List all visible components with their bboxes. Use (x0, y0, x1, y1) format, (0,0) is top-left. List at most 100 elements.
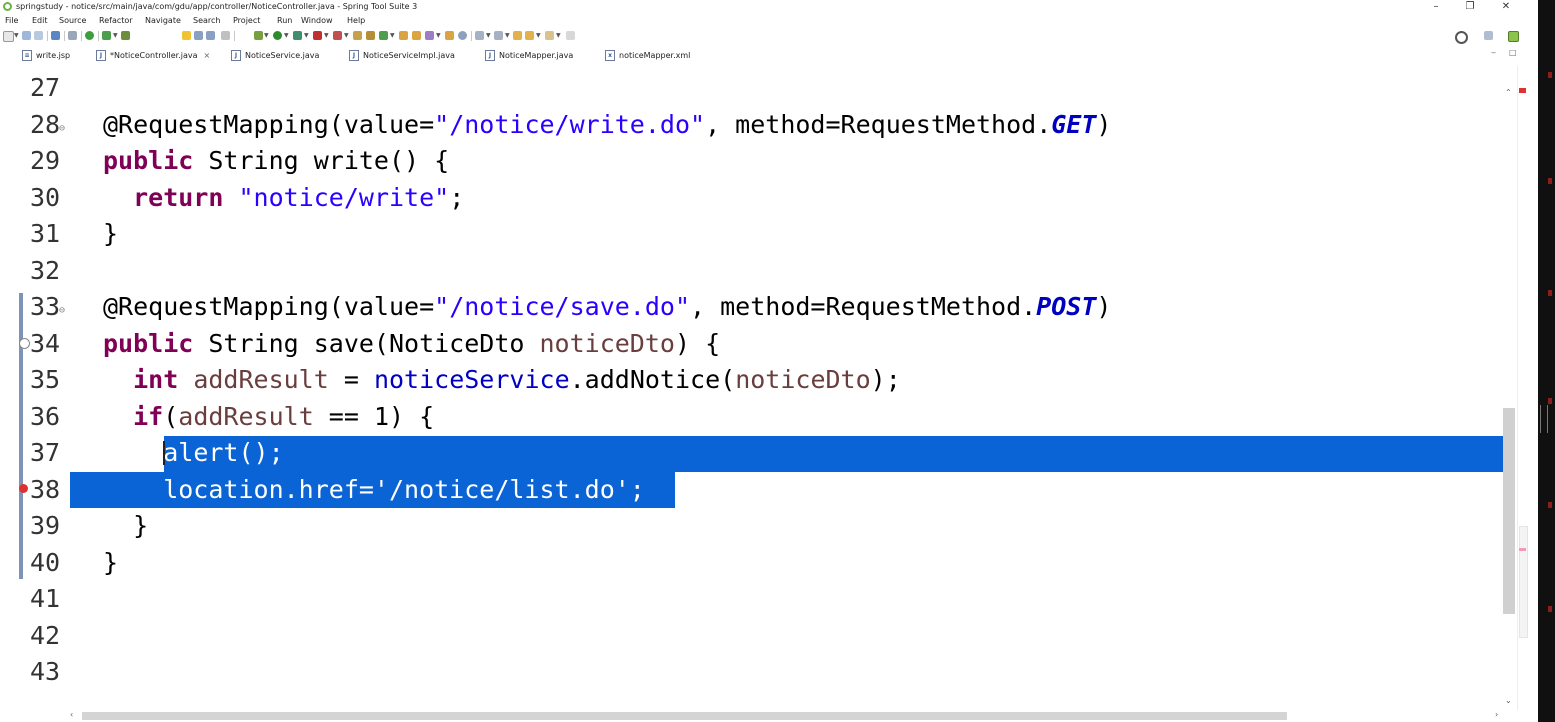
horizontal-scrollbar[interactable]: ‹ › (70, 710, 1503, 722)
run-icon[interactable] (273, 31, 282, 40)
back-icon[interactable] (525, 31, 534, 40)
new-package-icon[interactable] (366, 31, 375, 40)
refresh-dropdown-icon[interactable]: ▼ (113, 32, 118, 40)
menu-file[interactable]: File (5, 15, 18, 27)
new-class-icon[interactable] (379, 31, 388, 40)
mark-occurrences-icon[interactable] (182, 31, 191, 40)
pin-editor-icon[interactable] (566, 31, 575, 40)
minimize-editor-icon[interactable]: ‒ (1491, 48, 1496, 57)
code-line[interactable]: 33 ⊖ @RequestMapping(value="/notice/save.d… (0, 289, 1503, 325)
maximize-editor-icon[interactable]: □ (1509, 48, 1517, 57)
vertical-scrollbar[interactable]: ⌃ ⌄ (1503, 66, 1517, 710)
new-icon[interactable] (3, 31, 14, 42)
resize-grip[interactable] (1540, 405, 1548, 433)
code-line[interactable]: 30 return "notice/write"; (0, 180, 1503, 216)
horizontal-scroll-thumb[interactable] (82, 712, 1287, 720)
external-tools-dropdown-icon[interactable]: ▼ (344, 32, 349, 40)
scroll-right-icon[interactable]: › (1495, 710, 1498, 719)
override-icon[interactable] (19, 337, 30, 349)
current-line-marker[interactable] (1519, 548, 1526, 551)
word-wrap-icon[interactable] (206, 31, 215, 40)
code-line[interactable]: 31} (0, 216, 1503, 252)
spring-perspective-icon[interactable] (1508, 31, 1519, 42)
menu-refactor[interactable]: Refactor (99, 15, 133, 27)
previous-annotation-dropdown-icon[interactable]: ▼ (505, 32, 510, 40)
scroll-up-icon[interactable]: ⌃ (1505, 88, 1512, 97)
new-java-project-icon[interactable] (353, 31, 362, 40)
forward-icon[interactable] (545, 31, 554, 40)
code-line[interactable]: 38 location.href='/notice/list.do'; (0, 471, 1503, 508)
code-line[interactable]: 42 (0, 618, 1503, 654)
tab-notice-controller[interactable]: J *NoticeController.java × (96, 48, 211, 64)
menu-edit[interactable]: Edit (32, 15, 48, 27)
save-icon[interactable] (22, 31, 31, 40)
save-all-icon[interactable] (34, 31, 43, 40)
spring-icon[interactable] (121, 31, 130, 40)
tab-notice-mapper[interactable]: J NoticeMapper.java (485, 48, 573, 64)
fold-icon[interactable]: ⊖ (59, 293, 65, 329)
minimize-button[interactable]: – (1424, 0, 1448, 14)
menu-window[interactable]: Window (301, 15, 333, 27)
search-icon[interactable] (1455, 31, 1468, 44)
new-class-dropdown-icon[interactable]: ▼ (390, 32, 395, 40)
next-annotation-icon[interactable] (475, 31, 484, 40)
toggle-block-icon[interactable] (194, 31, 203, 40)
close-button[interactable]: ✕ (1494, 0, 1518, 14)
skip-breakpoints-icon[interactable] (68, 31, 77, 40)
new-dropdown-icon[interactable]: ▼ (14, 32, 19, 40)
stop-dropdown-icon[interactable]: ▼ (324, 32, 329, 40)
next-annotation-dropdown-icon[interactable]: ▼ (486, 32, 491, 40)
scroll-left-icon[interactable]: ‹ (70, 710, 73, 719)
menu-run[interactable]: Run (277, 15, 292, 27)
start-server-icon[interactable] (85, 31, 94, 40)
open-task-icon[interactable] (412, 31, 421, 40)
code-line[interactable]: 34 public String save(NoticeDto noticeDto… (0, 326, 1503, 362)
previous-annotation-icon[interactable] (494, 31, 503, 40)
coverage-icon[interactable] (293, 31, 302, 40)
debug-icon[interactable] (254, 31, 263, 40)
code-line[interactable]: 41 (0, 581, 1503, 617)
back-dropdown-icon[interactable]: ▼ (536, 32, 541, 40)
tab-notice-mapper-xml[interactable]: x noticeMapper.xml (605, 48, 690, 64)
code-line[interactable]: 40} (0, 545, 1503, 581)
code-line[interactable]: 29 public String write() { (0, 143, 1503, 179)
code-line[interactable]: 36 if(addResult == 1) { (0, 399, 1503, 435)
tab-write-jsp[interactable]: ≡ write.jsp (22, 48, 70, 64)
menu-help[interactable]: Help (347, 15, 365, 27)
overview-ruler[interactable] (1517, 66, 1528, 710)
code-line[interactable]: 32 (0, 253, 1503, 289)
code-line[interactable]: 43 (0, 654, 1503, 690)
stop-icon[interactable] (313, 31, 322, 40)
tab-notice-service[interactable]: J NoticeService.java (231, 48, 319, 64)
menu-navigate[interactable]: Navigate (145, 15, 181, 27)
restore-button[interactable]: ❐ (1458, 0, 1482, 14)
open-folder-icon[interactable] (445, 31, 454, 40)
code-line[interactable]: 35 int addResult = noticeService.addNoti… (0, 362, 1503, 398)
show-whitespace-icon[interactable] (221, 31, 230, 40)
perspective-icon[interactable] (1484, 31, 1493, 40)
web-browser-icon[interactable] (458, 31, 467, 40)
error-marker[interactable] (1519, 88, 1526, 93)
vertical-scroll-thumb[interactable] (1503, 408, 1515, 614)
fold-icon[interactable]: ⊖ (59, 111, 65, 147)
scroll-down-icon[interactable]: ⌄ (1505, 696, 1512, 705)
menu-project[interactable]: Project (233, 15, 260, 27)
code-line[interactable]: 37 alert(); (0, 435, 1503, 472)
run-dropdown-icon[interactable]: ▼ (284, 32, 289, 40)
search-tool-icon[interactable] (425, 31, 434, 40)
refresh-icon[interactable] (102, 31, 111, 40)
code-line[interactable]: 27 (0, 70, 1503, 106)
forward-dropdown-icon[interactable]: ▼ (556, 32, 561, 40)
menu-source[interactable]: Source (59, 15, 86, 27)
tab-notice-service-impl[interactable]: J NoticeServiceImpl.java (349, 48, 455, 64)
code-line[interactable]: 28 ⊖ @RequestMapping(value="/notice/write.… (0, 107, 1503, 143)
coverage-dropdown-icon[interactable]: ▼ (304, 32, 309, 40)
search-tool-dropdown-icon[interactable]: ▼ (436, 32, 441, 40)
code-line[interactable]: 39 } (0, 508, 1503, 544)
open-type-icon[interactable] (399, 31, 408, 40)
error-icon[interactable] (19, 483, 28, 493)
close-tab-icon[interactable]: × (203, 51, 210, 60)
last-edit-icon[interactable] (513, 31, 522, 40)
external-tools-icon[interactable] (333, 31, 342, 40)
debug-dropdown-icon[interactable]: ▼ (264, 32, 269, 40)
